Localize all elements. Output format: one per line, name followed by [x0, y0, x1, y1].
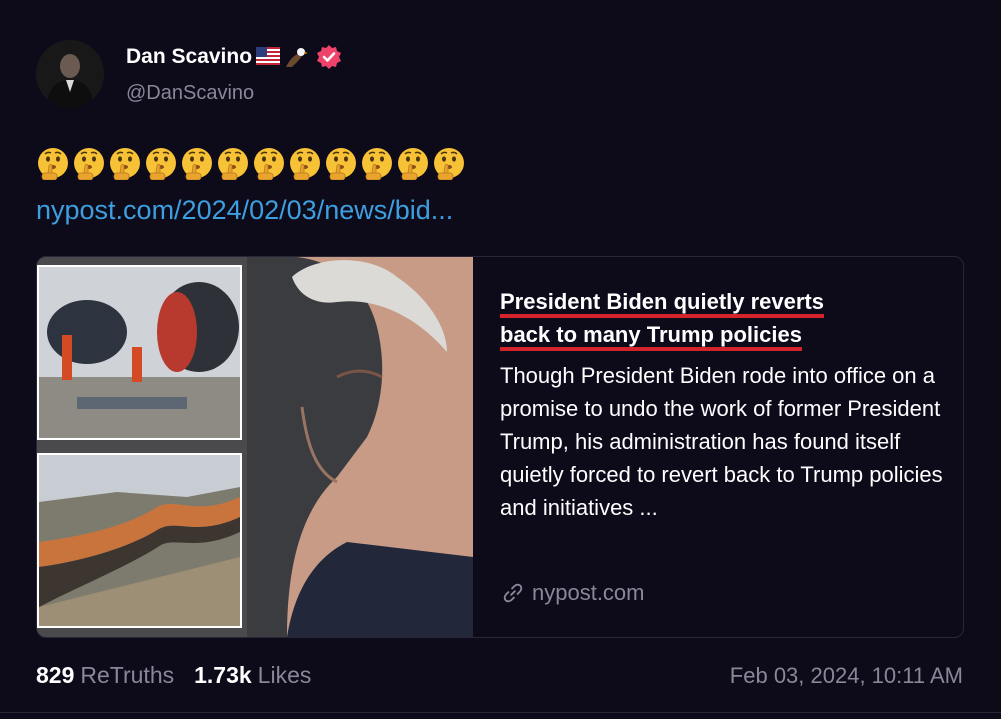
shushing-face-icon: [290, 148, 320, 180]
retruths-count: 829: [36, 662, 75, 688]
emoji-text: [36, 146, 466, 180]
card-image: [37, 257, 473, 637]
card-description: Though President Biden rode into office …: [500, 363, 943, 520]
shushing-face-icon: [398, 148, 428, 180]
likes-count: 1.73k: [194, 662, 252, 688]
link-icon: [503, 583, 523, 603]
us-flag-icon: [256, 47, 281, 67]
likes-label: Likes: [257, 662, 312, 688]
avatar[interactable]: [36, 40, 104, 108]
post-timestamp[interactable]: Feb 03, 2024, 10:11 AM: [730, 663, 963, 689]
retruths-stat[interactable]: 829 ReTruths: [36, 662, 174, 689]
card-source: nypost.com: [502, 580, 645, 606]
post-stats: 829 ReTruths 1.73k Likes: [36, 662, 311, 689]
shushing-face-icon: [182, 148, 212, 180]
divider: [0, 712, 1001, 713]
card-title-line2: back to many Trump policies: [500, 322, 802, 351]
author-name-row[interactable]: Dan Scavino: [126, 44, 342, 70]
shushing-face-icon: [218, 148, 248, 180]
verified-badge-icon: [316, 44, 342, 70]
likes-stat[interactable]: 1.73k Likes: [194, 662, 311, 689]
post-link[interactable]: nypost.com/2024/02/03/news/bid...: [36, 195, 453, 226]
card-title[interactable]: President Biden quietly reverts back to …: [500, 285, 950, 351]
link-preview-card[interactable]: President Biden quietly reverts back to …: [36, 256, 964, 638]
card-title-line1: President Biden quietly reverts: [500, 289, 824, 318]
card-text: President Biden quietly reverts back to …: [500, 285, 950, 524]
display-name[interactable]: Dan Scavino: [126, 45, 252, 69]
shushing-face-icon: [110, 148, 140, 180]
post: Dan Scavino @DanScavino nypost.com/2024/…: [0, 0, 1001, 719]
eagle-icon: [284, 47, 309, 67]
shushing-face-icon: [74, 148, 104, 180]
author-handle[interactable]: @DanScavino: [126, 82, 254, 105]
shushing-face-icon: [326, 148, 356, 180]
shushing-face-icon: [362, 148, 392, 180]
shushing-face-icon: [146, 148, 176, 180]
shushing-face-icon: [434, 148, 464, 180]
shushing-face-icon: [38, 148, 68, 180]
shushing-face-icon: [254, 148, 284, 180]
retruths-label: ReTruths: [80, 662, 175, 688]
card-source-domain: nypost.com: [532, 580, 645, 605]
